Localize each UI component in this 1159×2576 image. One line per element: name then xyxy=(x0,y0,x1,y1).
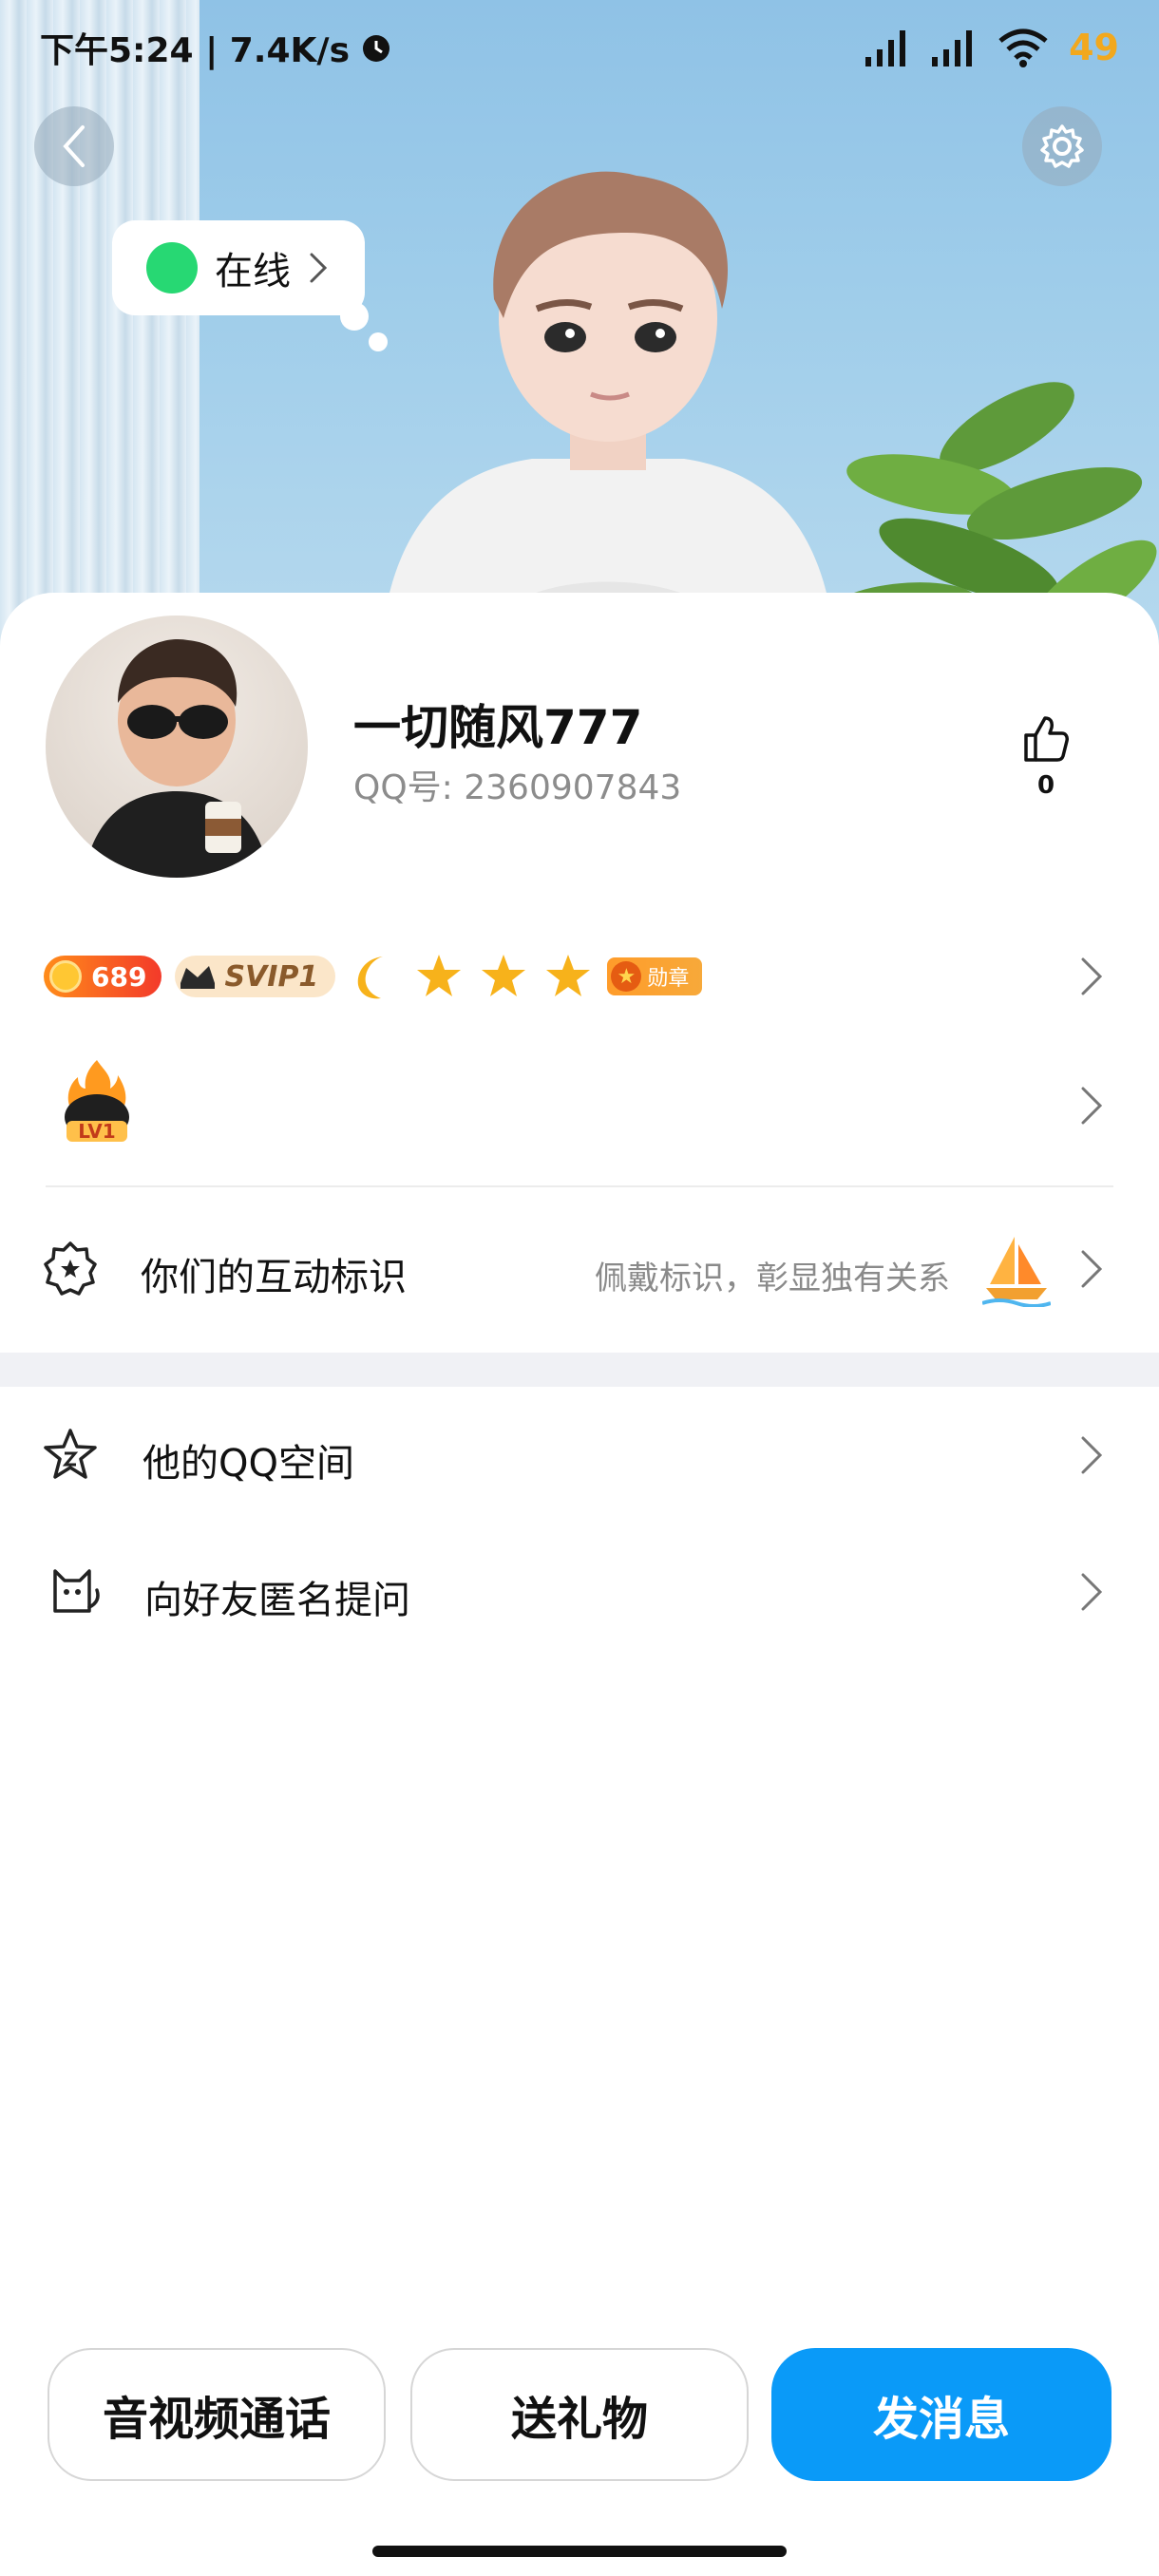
signal-icon xyxy=(865,30,906,66)
sailboat-icon xyxy=(982,1237,1051,1307)
online-status-text: 在线 xyxy=(215,250,291,294)
status-bar: 下午5:24 | 7.4K/s 49 xyxy=(0,0,1159,95)
wifi-icon xyxy=(998,28,1048,67)
anon-question-label: 向好友匿名提问 xyxy=(144,1579,410,1622)
back-button[interactable] xyxy=(34,106,114,186)
qq-number: QQ号: 2360907843 xyxy=(353,768,682,807)
moon-icon xyxy=(358,957,384,999)
medal-badge: ★ 勋章 xyxy=(607,957,703,995)
battery-level: 49 xyxy=(1069,27,1119,68)
chevron-left-icon xyxy=(63,125,85,167)
star-icon xyxy=(546,955,591,996)
lv-row[interactable] xyxy=(0,1045,1159,1159)
like-count: 0 xyxy=(1036,771,1055,800)
chevron-right-icon[interactable] xyxy=(1077,1434,1106,1476)
star-icon xyxy=(417,955,462,996)
chevron-right-icon xyxy=(310,253,328,283)
star-icon xyxy=(482,955,526,996)
divider xyxy=(46,1185,1113,1187)
avatar-image xyxy=(84,638,270,878)
qzone-label: 他的QQ空间 xyxy=(142,1442,354,1486)
coin-icon xyxy=(49,960,82,993)
lv-label: LV1 xyxy=(78,1120,115,1143)
svip-crown-icon xyxy=(180,966,216,989)
medal-label: 勋章 xyxy=(647,967,690,991)
chevron-right-icon[interactable] xyxy=(1077,1248,1106,1290)
svip-badge: SVIP1 xyxy=(175,956,336,997)
chevron-right-icon[interactable] xyxy=(1077,1571,1106,1613)
avatar-3d-character xyxy=(380,171,836,655)
level-value: 689 xyxy=(91,960,147,993)
level-badge: 689 xyxy=(44,956,162,997)
send-message-button[interactable]: 发消息 xyxy=(771,2348,1112,2481)
cat-icon xyxy=(53,1569,100,1613)
thumbs-up-icon xyxy=(1024,716,1069,762)
av-call-button[interactable]: 音视频通话 xyxy=(48,2348,386,2481)
bubble-tail-small xyxy=(369,332,388,351)
alarm-icon xyxy=(363,35,390,62)
medal-star-icon: ★ xyxy=(611,961,642,992)
avatar[interactable] xyxy=(46,616,308,878)
cover-curtain xyxy=(0,0,200,655)
interaction-mark-label: 你们的互动标识 xyxy=(141,1256,407,1299)
chevron-right-icon[interactable] xyxy=(1077,1085,1106,1127)
settings-button[interactable] xyxy=(1022,106,1102,186)
qzone-star-icon xyxy=(44,1429,97,1479)
bubble-tail xyxy=(340,302,369,331)
send-gift-button[interactable]: 送礼物 xyxy=(410,2348,749,2481)
svip-label: SVIP1 xyxy=(224,959,319,994)
online-status-bubble[interactable]: 在线 xyxy=(112,220,365,315)
signal-icon-2 xyxy=(932,30,973,66)
online-dot xyxy=(146,242,198,294)
badge-star-icon xyxy=(44,1241,97,1296)
status-time-speed: 下午5:24 | 7.4K/s xyxy=(40,31,351,70)
chevron-right-icon[interactable] xyxy=(1077,956,1106,997)
gear-icon xyxy=(1040,124,1084,168)
nickname: 一切随风777 xyxy=(353,700,643,755)
section-gap xyxy=(0,1353,1159,1387)
profile-cover: 下午5:24 | 7.4K/s 49 在线 xyxy=(0,0,1159,655)
like-button[interactable]: 0 xyxy=(1013,714,1079,800)
home-indicator[interactable] xyxy=(372,2546,787,2557)
interaction-mark-hint: 佩戴标识，彰显独有关系 xyxy=(595,1260,950,1297)
badges-row[interactable]: 689 SVIP1 ★ 勋章 xyxy=(44,946,703,1007)
lv-flame-badge-icon: LV1 xyxy=(65,1060,129,1143)
